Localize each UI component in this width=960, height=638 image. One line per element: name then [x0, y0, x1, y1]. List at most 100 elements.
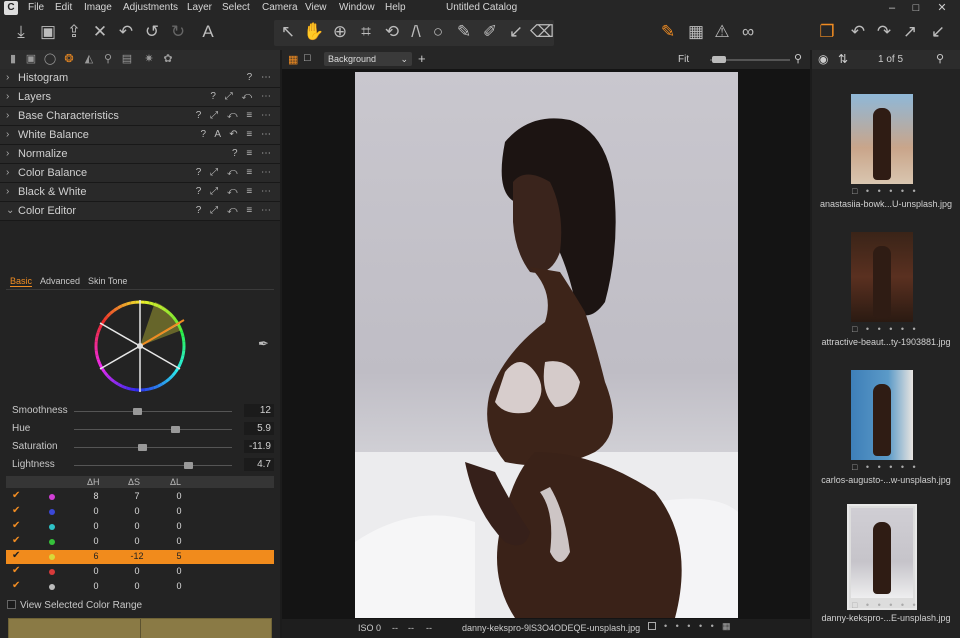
check-icon[interactable]: ✔: [12, 565, 20, 576]
edit-mask-icon[interactable]: ✎: [656, 21, 680, 43]
menu-camera[interactable]: Camera: [262, 2, 298, 13]
check-icon[interactable]: ✔: [12, 535, 20, 546]
rotate-tool-icon[interactable]: ⟲: [380, 21, 404, 43]
color-tab-icon[interactable]: ❂: [62, 53, 76, 66]
tool-action-icons[interactable]: ? ⋯: [247, 72, 274, 83]
slider-knob[interactable]: [137, 444, 147, 451]
thumbnail-rating[interactable]: □ • • • • •: [852, 186, 919, 196]
proof-icon[interactable]: ∞: [736, 21, 760, 43]
view-range-checkbox[interactable]: [7, 600, 16, 609]
chevron-right-icon[interactable]: ›: [6, 110, 9, 121]
color-range-row[interactable]: ✔ 0 0 0: [6, 505, 274, 519]
slider-track[interactable]: [74, 447, 232, 448]
thumbnail-rating[interactable]: □ • • • • •: [852, 600, 919, 610]
color-range-row[interactable]: ✔ 0 0 0: [6, 520, 274, 534]
thumbnail-image[interactable]: [851, 508, 913, 598]
chevron-right-icon[interactable]: ›: [6, 72, 9, 83]
check-icon[interactable]: ✔: [12, 580, 20, 591]
tool-normalize[interactable]: › Normalize ? ≡ ⋯: [0, 145, 280, 164]
main-photo[interactable]: [355, 72, 738, 618]
color-range-row[interactable]: ✔ 0 0 0: [6, 535, 274, 549]
adjustments-tab-icon[interactable]: ▤: [120, 53, 134, 66]
menu-window[interactable]: Window: [339, 2, 375, 13]
spot-tool-icon[interactable]: ○: [426, 21, 450, 43]
multi-view-icon[interactable]: ▦: [288, 53, 298, 66]
text-tool-icon[interactable]: A: [196, 21, 220, 43]
menu-edit[interactable]: Edit: [55, 2, 72, 13]
tool-action-icons[interactable]: ? ⤢ ↶ ≡ ⋯: [196, 205, 274, 216]
search-icon[interactable]: ⚲: [794, 52, 802, 65]
thumbnail-rating[interactable]: □ • • • • •: [852, 462, 919, 472]
tab-advanced[interactable]: Advanced: [40, 276, 80, 286]
tab-basic[interactable]: Basic: [10, 276, 33, 287]
tool-color-editor[interactable]: ⌄ Color Editor ? ⤢ ↶ ≡ ⋯: [0, 202, 280, 221]
check-icon[interactable]: ✔: [12, 520, 20, 531]
tool-white-balance[interactable]: › White Balance ? A ↶ ≡ ⋯: [0, 126, 280, 145]
undo-icon[interactable]: ↺: [140, 21, 164, 43]
color-range-row[interactable]: ✔ 6 -12 5: [6, 550, 274, 564]
color-range-row[interactable]: ✔ 0 0 0: [6, 580, 274, 594]
add-icon[interactable]: +: [418, 51, 426, 66]
slider-value-field[interactable]: 5.9: [244, 422, 274, 435]
slider-knob[interactable]: [171, 426, 181, 433]
slider-value-field[interactable]: -11.9: [244, 440, 274, 453]
reset-icon[interactable]: ↶: [114, 21, 138, 43]
color-range-row[interactable]: ✔ 0 0 0: [6, 565, 274, 579]
keystone-tool-icon[interactable]: /\: [404, 21, 428, 43]
next-icon[interactable]: ↗: [898, 21, 922, 43]
thumbnail-rating[interactable]: □ • • • • •: [852, 324, 919, 334]
chevron-right-icon[interactable]: ›: [6, 167, 9, 178]
thumbnail-image[interactable]: [851, 232, 913, 322]
tool-action-icons[interactable]: ? ⤢ ↶ ≡ ⋯: [196, 167, 274, 178]
chevron-right-icon[interactable]: ›: [6, 129, 9, 140]
thumbnail-image[interactable]: [851, 370, 913, 460]
sort-icon[interactable]: ⇅: [838, 52, 848, 66]
eraser-tool-icon[interactable]: ⌫: [530, 21, 554, 43]
tool-action-icons[interactable]: ? A ↶ ≡ ⋯: [201, 129, 274, 140]
exposure-tab-icon[interactable]: ◭: [82, 53, 96, 66]
menu-view[interactable]: View: [305, 2, 327, 13]
settings-tab-icon[interactable]: ✷: [142, 53, 156, 66]
chevron-down-icon[interactable]: ⌄: [6, 205, 14, 216]
tool-color-balance[interactable]: › Color Balance ? ⤢ ↶ ≡ ⋯: [0, 164, 280, 183]
close-window-button[interactable]: ✕: [932, 0, 952, 16]
slider-track[interactable]: [74, 465, 232, 466]
slider-knob[interactable]: [183, 462, 193, 469]
menu-file[interactable]: File: [28, 2, 44, 13]
batch-tab-icon[interactable]: ✿: [161, 53, 175, 66]
capture-icon[interactable]: ▣: [36, 21, 60, 43]
chevron-right-icon[interactable]: ›: [6, 148, 9, 159]
slider-value-field[interactable]: 4.7: [244, 458, 274, 471]
tool-histogram[interactable]: › Histogram ? ⋯: [0, 69, 280, 88]
tool-black-white[interactable]: › Black & White ? ⤢ ↶ ≡ ⋯: [0, 183, 280, 202]
maximize-button[interactable]: □: [906, 0, 926, 16]
details-tab-icon[interactable]: ⚲: [101, 53, 115, 66]
thumbnail-image[interactable]: [851, 94, 913, 184]
capture-tab-icon[interactable]: ▣: [24, 53, 38, 66]
tab-skin-tone[interactable]: Skin Tone: [88, 276, 127, 286]
color-range-row[interactable]: ✔ 8 7 0: [6, 490, 274, 504]
browser-search-icon[interactable]: ⚲: [936, 52, 944, 65]
tool-base-characteristics[interactable]: › Base Characteristics ? ⤢ ↶ ≡ ⋯: [0, 107, 280, 126]
tool-action-icons[interactable]: ? ⤢ ↶ ≡ ⋯: [196, 186, 274, 197]
export-icon[interactable]: ⇪: [62, 21, 86, 43]
check-icon[interactable]: ✔: [12, 505, 20, 516]
grid-icon[interactable]: ▦: [684, 21, 708, 43]
menu-image[interactable]: Image: [84, 2, 112, 13]
zoom-tool-icon[interactable]: ⊕: [328, 21, 352, 43]
select-tool-icon[interactable]: ↖: [276, 21, 300, 43]
picker-tool-icon[interactable]: ✎: [452, 21, 476, 43]
tool-layers[interactable]: › Layers ? ⤢ ↶ ⋯: [0, 88, 280, 107]
menu-adjustments[interactable]: Adjustments: [123, 2, 178, 13]
menu-layer[interactable]: Layer: [187, 2, 212, 13]
minimize-button[interactable]: –: [882, 0, 902, 16]
eye-icon[interactable]: ◉: [818, 52, 828, 66]
tool-action-icons[interactable]: ? ⤢ ↶ ⋯: [210, 91, 274, 102]
fit-label[interactable]: Fit: [678, 54, 689, 65]
hand-tool-icon[interactable]: ✋: [302, 21, 326, 43]
eyedropper-icon[interactable]: ✒: [258, 336, 269, 352]
redo-icon[interactable]: ↻: [166, 21, 190, 43]
menu-help[interactable]: Help: [385, 2, 406, 13]
menu-select[interactable]: Select: [222, 2, 250, 13]
check-icon[interactable]: ✔: [12, 490, 20, 501]
